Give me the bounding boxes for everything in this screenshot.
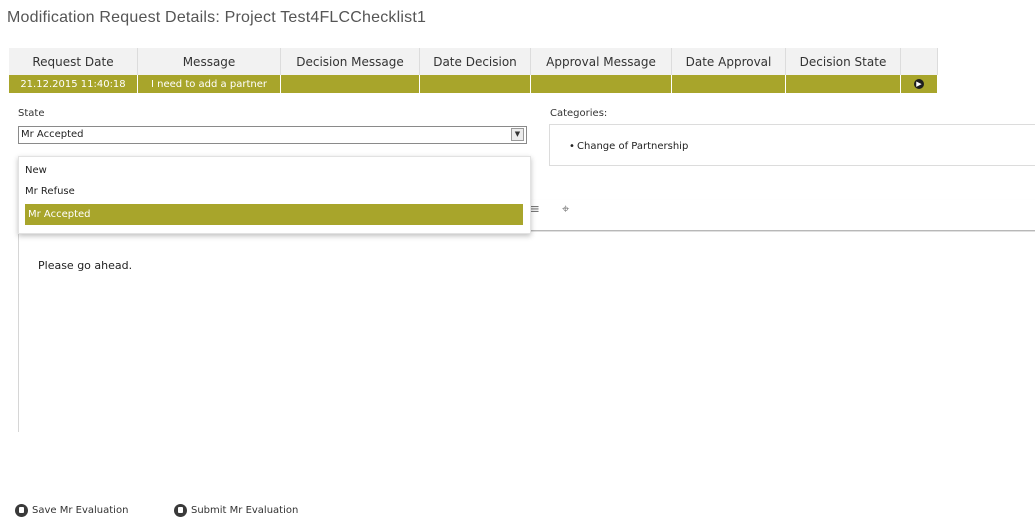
cell-request-date: 21.12.2015 11:40:18 — [9, 75, 138, 93]
fullscreen-icon[interactable]: ⌖ — [562, 202, 569, 217]
table-row[interactable]: 21.12.2015 11:40:18 I need to add a part… — [9, 75, 938, 93]
requests-table: Request Date Message Decision Message Da… — [9, 48, 938, 93]
table-header-row: Request Date Message Decision Message Da… — [9, 48, 938, 75]
cell-decision-message — [280, 75, 420, 93]
state-select[interactable]: Mr Accepted ▼ — [18, 126, 527, 144]
col-request-date[interactable]: Request Date — [9, 48, 138, 75]
editor-toolbar: ≡ ⌖ — [520, 200, 1035, 231]
col-decision-message[interactable]: Decision Message — [280, 48, 420, 75]
save-button-label: Save Mr Evaluation — [32, 505, 129, 516]
col-approval-message[interactable]: Approval Message — [530, 48, 672, 75]
circle-arrow-right-icon[interactable]: ▶ — [914, 78, 924, 89]
state-option-mr-accepted[interactable]: Mr Accepted — [25, 204, 523, 225]
col-date-approval[interactable]: Date Approval — [671, 48, 786, 75]
save-icon — [15, 503, 28, 517]
col-actions — [900, 48, 938, 75]
cell-approval-message — [530, 75, 672, 93]
categories-label: Categories: — [550, 108, 608, 119]
state-option-new[interactable]: New — [25, 160, 47, 181]
cell-date-decision — [419, 75, 531, 93]
col-decision-state[interactable]: Decision State — [785, 48, 901, 75]
page-title: Modification Request Details: Project Te… — [7, 9, 427, 26]
state-option-mr-refuse[interactable]: Mr Refuse — [25, 181, 75, 202]
decision-message-editor[interactable]: Please go ahead. — [18, 232, 1035, 432]
state-dropdown-list: New Mr Refuse Mr Accepted — [18, 156, 531, 234]
cell-decision-state — [785, 75, 901, 93]
cell-message: I need to add a partner — [137, 75, 281, 93]
editor-content[interactable]: Please go ahead. — [38, 259, 132, 272]
save-icon — [174, 503, 187, 517]
col-date-decision[interactable]: Date Decision — [419, 48, 531, 75]
cell-open-detail[interactable]: ▶ — [900, 75, 938, 93]
col-message[interactable]: Message — [137, 48, 281, 75]
categories-box: Change of Partnership — [549, 124, 1035, 166]
chevron-down-icon[interactable]: ▼ — [511, 128, 524, 141]
submit-button-label: Submit Mr Evaluation — [191, 505, 299, 516]
cell-date-approval — [671, 75, 786, 93]
category-item: Change of Partnership — [569, 141, 688, 152]
state-label: State — [18, 108, 45, 119]
state-select-value: Mr Accepted — [21, 129, 84, 140]
